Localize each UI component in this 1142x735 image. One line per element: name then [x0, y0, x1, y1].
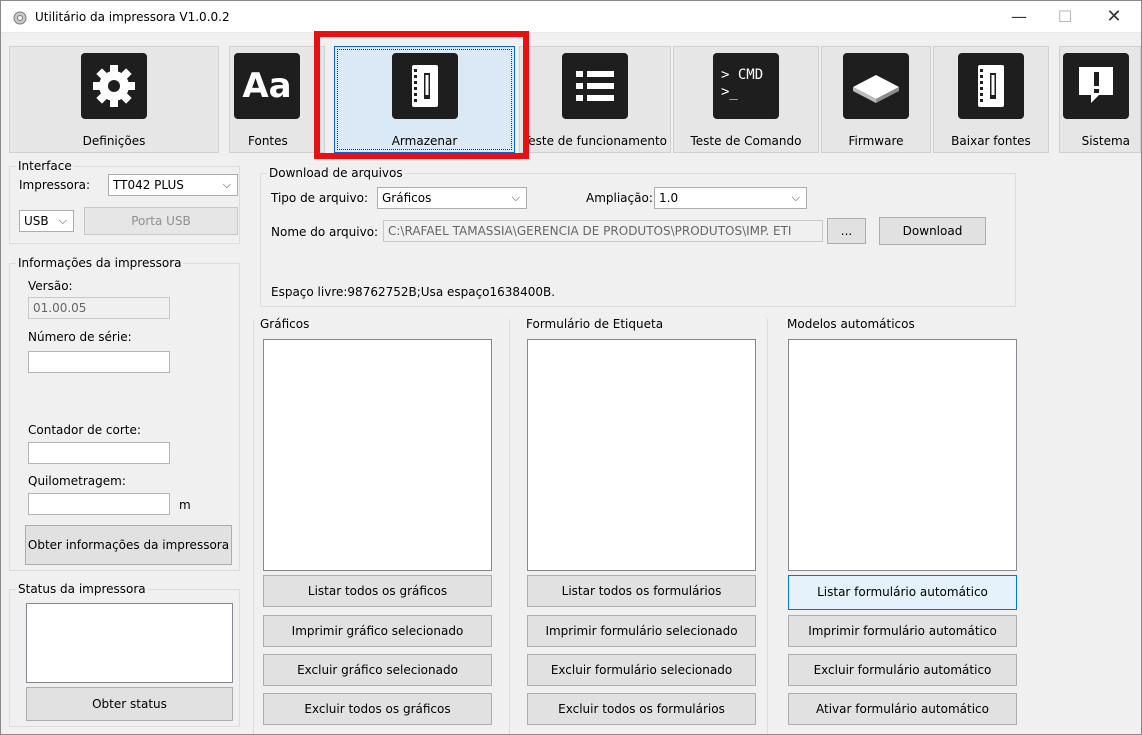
- divider: [253, 319, 254, 734]
- delete-selected-graphic-button[interactable]: Excluir gráfico selecionado: [263, 654, 492, 686]
- group-title: Informações da impressora: [16, 256, 184, 270]
- delete-selected-form-button[interactable]: Excluir formulário selecionado: [527, 654, 756, 686]
- activate-auto-form-button[interactable]: Ativar formulário automático: [788, 693, 1017, 725]
- toolbar-teste-comando[interactable]: > CMD >_ Teste de Comando: [673, 46, 819, 153]
- chevron-down-icon: ⌵: [222, 178, 231, 191]
- main-toolbar: Definições Aa Fontes Armazenar Teste de …: [1, 34, 1141, 154]
- forms-title: Formulário de Etiqueta: [526, 317, 664, 331]
- print-selected-graphic-button[interactable]: Imprimir gráfico selecionado: [263, 615, 492, 647]
- download-fonts-icon: [958, 53, 1024, 119]
- version-label: Versão:: [28, 279, 73, 293]
- delete-auto-form-button[interactable]: Excluir formulário automático: [788, 654, 1017, 686]
- forms-list[interactable]: [527, 339, 756, 571]
- list-all-forms-button[interactable]: Listar todos os formulários: [527, 575, 756, 607]
- group-title: Interface: [16, 159, 74, 173]
- free-space-text: Espaço livre:98762752B;Usa espaço1638400…: [271, 285, 556, 299]
- toolbar-fontes[interactable]: Aa Fontes: [229, 46, 325, 153]
- mileage-field[interactable]: [28, 493, 170, 515]
- version-field[interactable]: 01.00.05: [28, 297, 170, 319]
- printer-gear-icon: [13, 11, 27, 25]
- toolbar-firmware[interactable]: Firmware: [821, 46, 931, 153]
- print-selected-form-button[interactable]: Imprimir formulário selecionado: [527, 615, 756, 647]
- toolbar-label: Firmware: [848, 134, 904, 148]
- zoom-label: Ampliação:: [586, 191, 653, 205]
- print-auto-form-button[interactable]: Imprimir formulário automático: [788, 615, 1017, 647]
- toolbar-label: Definições: [82, 134, 146, 148]
- toolbar-label: Teste de funcionamento: [522, 134, 668, 148]
- minimize-button[interactable]: —: [996, 1, 1042, 33]
- cmd-icon: > CMD >_: [713, 53, 779, 119]
- cut-counter-field[interactable]: [28, 442, 170, 464]
- mileage-unit: m: [179, 498, 191, 512]
- toolbar-label: Teste de Comando: [690, 134, 802, 148]
- get-printer-info-button[interactable]: Obter informações da impressora: [25, 525, 232, 565]
- window-title: Utilitário da impressora V1.0.0.2: [35, 10, 230, 24]
- list-auto-form-button[interactable]: Listar formulário automático: [788, 575, 1017, 610]
- serial-label: Número de série:: [28, 330, 132, 344]
- toolbar-armazenar[interactable]: Armazenar: [334, 46, 515, 153]
- group-title: Status da impressora: [16, 582, 148, 596]
- status-output[interactable]: [26, 603, 233, 683]
- maximize-button[interactable]: ☐: [1042, 1, 1088, 33]
- printer-label: Impressora:: [19, 178, 91, 192]
- toolbar-label: Sistema: [1081, 134, 1130, 148]
- chip-icon: [843, 53, 909, 119]
- toolbar-teste-funcionamento[interactable]: Teste de funcionamento: [519, 46, 671, 153]
- toolbar-baixar-fontes[interactable]: Baixar fontes: [933, 46, 1049, 153]
- gear-icon: [81, 53, 147, 119]
- storage-icon: [391, 53, 458, 119]
- toolbar-label: Baixar fontes: [951, 134, 1031, 148]
- cut-counter-label: Contador de corte:: [28, 423, 141, 437]
- file-type-label: Tipo de arquivo:: [271, 191, 369, 205]
- divider: [509, 319, 510, 734]
- get-status-button[interactable]: Obter status: [26, 687, 233, 721]
- group-title: Download de arquivos: [267, 166, 405, 180]
- list-all-graphics-button[interactable]: Listar todos os gráficos: [263, 575, 492, 607]
- list-icon: [562, 53, 628, 119]
- chevron-down-icon: ⌵: [511, 191, 520, 204]
- toolbar-sistema[interactable]: Sistema: [1059, 46, 1141, 153]
- chevron-down-icon: ⌵: [791, 191, 800, 204]
- delete-all-graphics-button[interactable]: Excluir todos os gráficos: [263, 693, 492, 725]
- usb-port-button[interactable]: Porta USB: [84, 207, 238, 235]
- mileage-label: Quilometragem:: [28, 474, 126, 488]
- filename-field[interactable]: C:\RAFAEL TAMASSIA\GERENCIA DE PRODUTOS\…: [383, 220, 823, 242]
- graphics-list[interactable]: [263, 339, 492, 571]
- toolbar-definicoes[interactable]: Definições: [9, 46, 219, 153]
- download-button[interactable]: Download: [879, 217, 986, 245]
- delete-all-forms-button[interactable]: Excluir todos os formulários: [527, 693, 756, 725]
- title-bar: Utilitário da impressora V1.0.0.2 — ☐ ✕: [1, 1, 1141, 33]
- browse-button[interactable]: ...: [827, 218, 866, 244]
- toolbar-label: Armazenar: [391, 134, 458, 148]
- alert-icon: [1063, 53, 1129, 119]
- auto-models-title: Modelos automáticos: [787, 317, 915, 331]
- printer-select[interactable]: TT042 PLUS ⌵: [108, 174, 238, 196]
- app-window: Utilitário da impressora V1.0.0.2 — ☐ ✕: [0, 0, 1142, 735]
- filename-label: Nome do arquivo:: [271, 225, 379, 239]
- font-icon: Aa: [234, 53, 300, 119]
- port-select[interactable]: USB ⌵: [19, 210, 74, 232]
- auto-models-list[interactable]: [788, 339, 1017, 571]
- serial-field[interactable]: [28, 351, 170, 373]
- zoom-select[interactable]: 1.0 ⌵: [654, 187, 807, 209]
- chevron-down-icon: ⌵: [58, 214, 67, 227]
- toolbar-label: Fontes: [248, 134, 288, 148]
- graphics-title: Gráficos: [260, 317, 310, 331]
- close-button[interactable]: ✕: [1091, 1, 1137, 33]
- divider: [767, 319, 768, 734]
- file-type-select[interactable]: Gráficos ⌵: [377, 187, 527, 209]
